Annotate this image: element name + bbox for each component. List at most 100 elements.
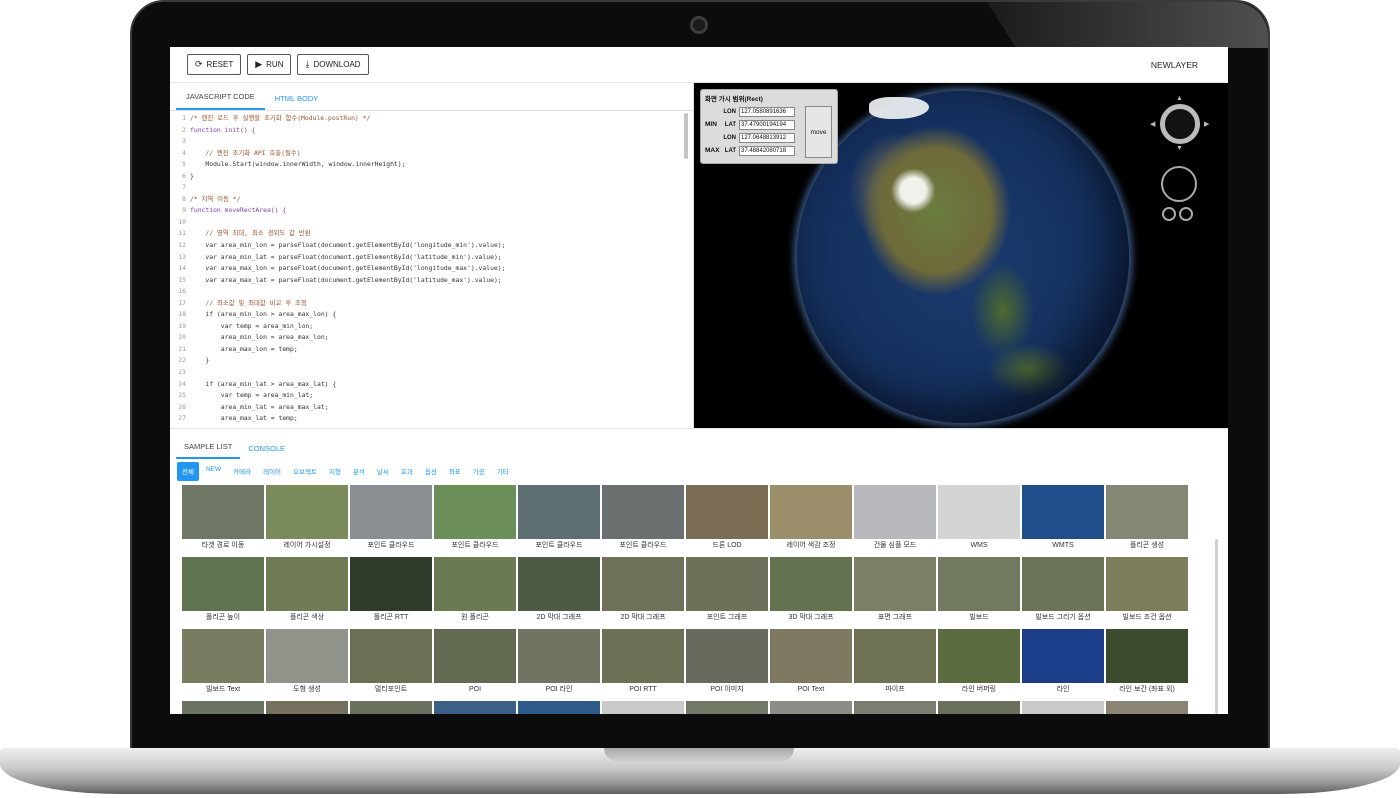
reset-button[interactable]: ⟳ RESET xyxy=(187,54,242,75)
sample-thumbnail[interactable] xyxy=(602,485,684,539)
category-tab[interactable]: 효과 xyxy=(396,462,418,481)
sample-thumbnail[interactable] xyxy=(182,629,264,683)
sample-card[interactable] xyxy=(434,701,516,714)
sample-thumbnail[interactable] xyxy=(1106,629,1188,683)
sample-card[interactable]: 레이어 가시설정 xyxy=(266,485,348,553)
sample-thumbnail[interactable] xyxy=(938,629,1020,683)
sample-card[interactable]: 빌보드 Text xyxy=(182,629,264,697)
compass-ring[interactable] xyxy=(1160,104,1200,144)
sample-card[interactable] xyxy=(602,701,684,714)
sample-card[interactable]: 포인트 클라우드 xyxy=(350,485,432,553)
sample-thumbnail[interactable] xyxy=(518,485,600,539)
sample-thumbnail[interactable] xyxy=(266,485,348,539)
zoom-control[interactable] xyxy=(1161,166,1197,202)
sample-thumbnail[interactable] xyxy=(266,557,348,611)
sample-thumbnail[interactable] xyxy=(350,629,432,683)
move-button[interactable]: move xyxy=(805,106,832,158)
sample-card[interactable] xyxy=(182,701,264,714)
sample-card[interactable]: POI xyxy=(434,629,516,697)
sample-thumbnail[interactable] xyxy=(350,485,432,539)
sample-thumbnail[interactable] xyxy=(770,629,852,683)
sample-thumbnail[interactable] xyxy=(854,557,936,611)
min-lat-input[interactable]: 37.47900194194 xyxy=(739,119,795,130)
arrow-up-icon[interactable]: ▲ xyxy=(1176,95,1183,102)
download-button[interactable]: ⤓ DOWNLOAD xyxy=(297,54,369,75)
sample-thumbnail[interactable] xyxy=(938,485,1020,539)
max-lon-input[interactable]: 127.0648813912 xyxy=(739,132,795,143)
sample-card[interactable]: 포인트 클라우드 xyxy=(602,485,684,553)
sample-thumbnail[interactable] xyxy=(266,629,348,683)
category-tab[interactable]: NEW xyxy=(201,462,226,481)
sample-card[interactable]: 원 폴리곤 xyxy=(434,557,516,625)
sample-thumbnail[interactable] xyxy=(686,701,768,714)
sample-card[interactable]: 폴리곤 생성 xyxy=(1106,485,1188,553)
compass-control[interactable]: ▲ ▼ ◀ ▶ xyxy=(1150,95,1209,152)
sample-thumbnail[interactable] xyxy=(854,485,936,539)
sample-card[interactable]: 빌보드 xyxy=(938,557,1020,625)
sample-card[interactable] xyxy=(1022,701,1104,714)
sample-scrollbar[interactable] xyxy=(1215,539,1218,714)
sample-thumbnail[interactable] xyxy=(686,629,768,683)
earth-globe[interactable] xyxy=(797,91,1129,423)
category-tab[interactable]: 기타 xyxy=(492,462,514,481)
sample-thumbnail[interactable] xyxy=(1022,701,1104,714)
sample-thumbnail[interactable] xyxy=(770,557,852,611)
sample-card[interactable]: POI RTT xyxy=(602,629,684,697)
sample-thumbnail[interactable] xyxy=(770,701,852,714)
sample-thumbnail[interactable] xyxy=(518,629,600,683)
sample-thumbnail[interactable] xyxy=(1022,557,1104,611)
category-tab[interactable]: 좌표 xyxy=(444,462,466,481)
sample-card[interactable]: POI 이미지 xyxy=(686,629,768,697)
sample-card[interactable]: WMS xyxy=(938,485,1020,553)
sample-card[interactable]: 레이어 색감 조정 xyxy=(770,485,852,553)
tab-javascript-code[interactable]: JAVASCRIPT CODE xyxy=(176,92,265,110)
sample-card[interactable]: 빌보드 조건 옵션 xyxy=(1106,557,1188,625)
sample-card[interactable]: 포인트 클라우드 xyxy=(434,485,516,553)
sample-card[interactable]: WMTS xyxy=(1022,485,1104,553)
category-tab[interactable]: 오브젝트 xyxy=(288,462,322,481)
sample-thumbnail[interactable] xyxy=(518,557,600,611)
sample-thumbnail[interactable] xyxy=(1106,485,1188,539)
sample-card[interactable] xyxy=(770,701,852,714)
sample-thumbnail[interactable] xyxy=(1106,557,1188,611)
arrow-left-icon[interactable]: ◀ xyxy=(1150,120,1155,128)
zoom-out-button[interactable] xyxy=(1179,207,1193,221)
sample-card[interactable] xyxy=(854,701,936,714)
sample-card[interactable]: POI Text xyxy=(770,629,852,697)
sample-thumbnail[interactable] xyxy=(1106,701,1188,714)
sample-card[interactable]: 도형 생성 xyxy=(266,629,348,697)
sample-thumbnail[interactable] xyxy=(434,629,516,683)
sample-card[interactable] xyxy=(518,701,600,714)
sample-thumbnail[interactable] xyxy=(602,629,684,683)
code-area[interactable]: 1 /* 렌진 로드 후 실행할 초기화 함수(Module.postRun) *… xyxy=(170,113,679,428)
sample-thumbnail[interactable] xyxy=(182,485,264,539)
sample-card[interactable]: 표면 그래프 xyxy=(854,557,936,625)
sample-card[interactable]: 포인트 그래프 xyxy=(686,557,768,625)
sample-card[interactable]: 폴리곤 RTT xyxy=(350,557,432,625)
sample-thumbnail[interactable] xyxy=(686,485,768,539)
sample-thumbnail[interactable] xyxy=(938,557,1020,611)
sample-thumbnail[interactable] xyxy=(686,557,768,611)
sample-card[interactable]: 2D 막대 그래프 xyxy=(602,557,684,625)
sample-thumbnail[interactable] xyxy=(350,557,432,611)
sample-card[interactable]: 라인 버퍼링 xyxy=(938,629,1020,697)
category-tab[interactable]: 분석 xyxy=(348,462,370,481)
category-tab[interactable]: 옵션 xyxy=(420,462,442,481)
max-lat-input[interactable]: 37.48842080718 xyxy=(739,145,795,156)
min-lon-input[interactable]: 127.0580891636 xyxy=(739,106,795,117)
editor-scrollbar[interactable] xyxy=(684,113,688,159)
sample-thumbnail[interactable] xyxy=(518,701,600,714)
sample-card[interactable]: 3D 막대 그래프 xyxy=(770,557,852,625)
sample-card[interactable] xyxy=(266,701,348,714)
sample-card[interactable]: 건물 심플 모드 xyxy=(854,485,936,553)
sample-thumbnail[interactable] xyxy=(182,701,264,714)
sample-card[interactable]: 타겟 경로 이동 xyxy=(182,485,264,553)
sample-thumbnail[interactable] xyxy=(434,701,516,714)
sample-thumbnail[interactable] xyxy=(1022,629,1104,683)
tab-html-body[interactable]: HTML BODY xyxy=(265,94,328,110)
sample-thumbnail[interactable] xyxy=(854,629,936,683)
category-tab[interactable]: 카메라 xyxy=(228,462,256,481)
sample-card[interactable]: 라인 보간 (좌표 외) xyxy=(1106,629,1188,697)
sample-thumbnail[interactable] xyxy=(266,701,348,714)
sample-card[interactable]: 멀티포인트 xyxy=(350,629,432,697)
